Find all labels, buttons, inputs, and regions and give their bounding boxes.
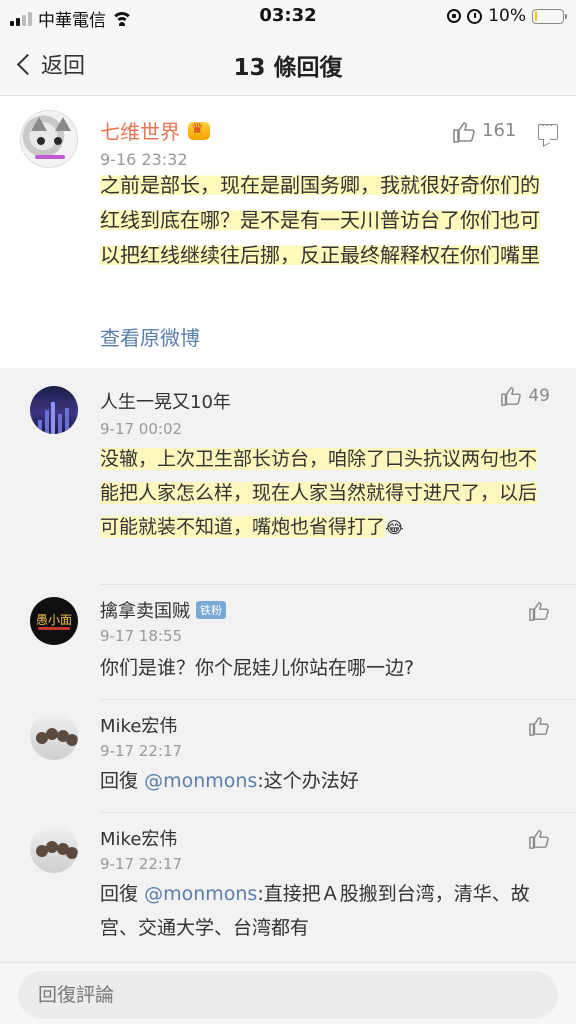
battery-percent: 10% [488,6,526,26]
back-label: 返回 [41,54,86,79]
reply-time: 9-17 22:17 [100,855,183,873]
list-item: Mike宏伟 9-17 22:17 回復 @monmons:直接把Ａ股搬到台湾，… [0,813,576,962]
like-count: 49 [528,386,550,406]
author-name[interactable]: 七维世界 [100,116,180,145]
main-author[interactable]: 七维世界 [100,116,210,145]
main-comment-text: 之前是部长，现在是副国务卿，我就很好奇你们的红线到底在哪？是不是有一天川普访台了… [100,168,552,273]
avatar[interactable] [30,386,78,434]
cat-collar [35,155,65,159]
author-name[interactable]: 人生一晃又10年 [100,388,231,414]
view-original-link[interactable]: 查看原微博 [100,322,200,351]
mention-link[interactable]: @monmons [144,770,257,792]
author-name[interactable]: 擒拿卖国贼 [100,597,190,623]
reply-author[interactable]: Mike宏伟 [100,712,177,738]
like-button[interactable]: 49 [500,386,550,406]
battery-fill [534,11,538,21]
like-button[interactable] [528,601,550,621]
thumbs-up-icon [528,716,550,736]
cat-eye-right [54,137,62,145]
list-item: Mike宏伟 9-17 22:17 回復 @monmons:这个办法好 [0,700,576,812]
reply-text: 回復 @monmons:直接把Ａ股搬到台湾，清华、故宫、交通大学、台湾都有 [100,877,550,945]
comment-input-bar [0,962,576,1024]
alarm-icon [467,8,483,24]
reply-author[interactable]: 人生一晃又10年 [100,388,231,414]
reply-prefix: 回復 [100,770,139,792]
like-button[interactable]: 161 [452,120,517,143]
reply-prefix: 回復 [100,883,139,905]
comment-time: 9-16 23:32 [100,150,188,169]
main-comment: 七维世界 9-16 23:32 161 之前是部长，现在是副国务卿，我就很好奇你… [0,96,576,368]
thumbs-up-icon [500,386,522,406]
reply-time: 9-17 22:17 [100,742,183,760]
reply-text: 回復 @monmons:这个办法好 [100,764,550,798]
reply-time: 9-17 18:55 [100,627,183,645]
reply-list[interactable]: 人生一晃又10年 49 9-17 00:02 没辙，上次卫生部长访台，咱除了口头… [0,368,576,962]
reply-text: 你们是谁？你个屁娃儿你站在哪一边? [100,657,415,679]
mention-link[interactable]: @monmons [144,883,257,905]
reply-text-content: :这个办法好 [257,770,359,792]
like-button[interactable] [528,829,550,849]
list-item: 愚小面 擒拿卖国贼 铁粉 9-17 18:55 你们是谁？你个屁娃儿你站在哪一边… [0,585,576,698]
reply-author[interactable]: 擒拿卖国贼 铁粉 [100,597,226,623]
page-title: 13 條回復 [233,55,343,81]
list-item: 人生一晃又10年 49 9-17 00:02 没辙，上次卫生部长访台，咱除了口头… [0,368,576,584]
battery-icon [532,8,567,24]
cat-ear-right [55,117,71,131]
avatar[interactable]: 愚小面 [30,597,78,645]
reply-time: 9-17 00:02 [100,420,183,438]
status-bar: 中華電信 03:32 10% [0,0,576,34]
thumbs-up-icon [528,829,550,849]
reply-comment-input[interactable] [18,971,558,1019]
author-name[interactable]: Mike宏伟 [100,825,177,851]
avatar[interactable] [20,110,78,168]
navigation-bar: 返回 13 條回復 [0,34,576,96]
reply-comment-icon[interactable] [538,119,558,140]
laugh-emoji-icon: 😂 [385,518,404,537]
like-count: 161 [482,120,517,141]
reply-text-content: 没辙，上次卫生部长访台，咱除了口头抗议两句也不能把人家怎么样，现在人家当然就得寸… [100,448,538,538]
like-button[interactable] [528,716,550,736]
thumbs-up-icon [452,121,475,143]
cat-ear-left [31,117,47,131]
avatar-logo-text: 愚小面 [35,613,72,627]
comment-text-content: 之前是部长，现在是副国务卿，我就很好奇你们的红线到底在哪？是不是有一天川普访台了… [100,173,540,267]
avatar[interactable] [30,825,78,873]
reply-text: 没辙，上次卫生部长访台，咱除了口头抗议两句也不能把人家怎么样，现在人家当然就得寸… [100,442,550,545]
vip-badge-icon [188,121,210,140]
avatar[interactable] [30,712,78,760]
fan-badge: 铁粉 [196,601,226,619]
author-name[interactable]: Mike宏伟 [100,712,177,738]
back-button[interactable]: 返回 [14,48,85,80]
thumbs-up-icon [528,601,550,621]
reply-author[interactable]: Mike宏伟 [100,825,177,851]
status-right: 10% [447,6,567,26]
cat-eye-left [37,137,45,145]
rotation-lock-icon [447,9,462,23]
back-chevron-icon [16,53,39,75]
